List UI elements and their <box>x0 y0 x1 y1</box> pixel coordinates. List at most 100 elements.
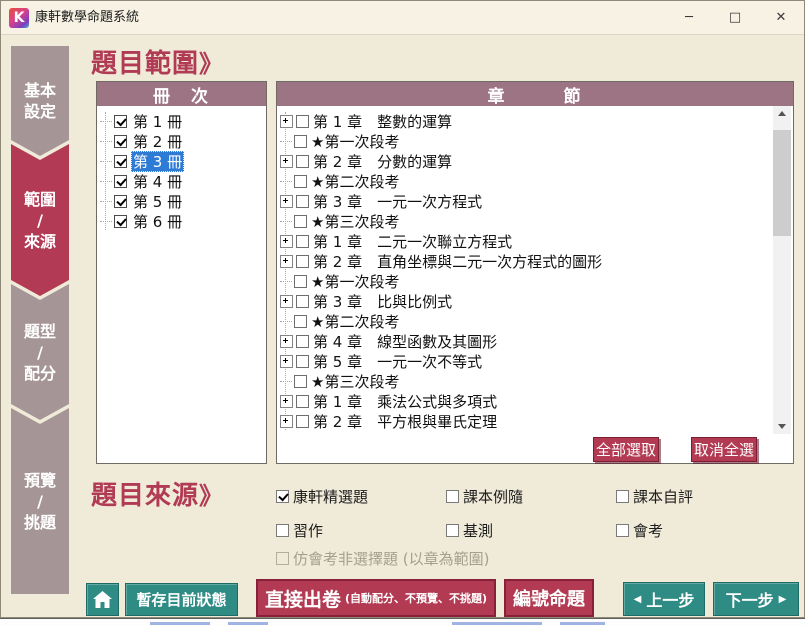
chapter-row[interactable]: 第 1 章 乘法公式與多項式 <box>277 391 793 411</box>
source-option[interactable]: 基測 <box>446 520 616 541</box>
chapter-checkbox[interactable] <box>296 335 309 348</box>
chapter-label[interactable]: ★第二次段考 <box>311 311 399 332</box>
source-option[interactable]: 課本自評 <box>616 486 786 507</box>
sidebar-tab[interactable]: 題型/配分 <box>11 284 69 420</box>
chapter-checkbox[interactable] <box>296 235 309 248</box>
volume-checkbox[interactable] <box>114 135 127 148</box>
volume-row[interactable]: 第 1 冊 <box>97 111 266 131</box>
chapter-row[interactable]: 第 1 章 整數的運算 <box>277 111 793 131</box>
chapter-label[interactable]: ★第一次段考 <box>311 131 399 152</box>
chapter-label[interactable]: 第 4 章 線型函數及其圖形 <box>313 331 497 352</box>
chapter-label[interactable]: ★第三次段考 <box>311 371 399 392</box>
expand-plus-icon[interactable] <box>280 195 293 208</box>
chapter-label[interactable]: 第 3 章 比與比例式 <box>313 291 452 312</box>
source-option[interactable]: 康軒精選題 <box>276 486 446 507</box>
chapter-checkbox[interactable] <box>294 215 307 228</box>
expand-plus-icon[interactable] <box>280 415 293 428</box>
chapter-label[interactable]: ★第二次段考 <box>311 171 399 192</box>
chapter-label[interactable]: 第 1 章 乘法公式與多項式 <box>313 391 497 412</box>
expand-plus-icon[interactable] <box>280 155 293 168</box>
save-state-button[interactable]: 暫存目前狀態 <box>125 583 238 616</box>
chapter-row[interactable]: ★第二次段考 <box>277 171 793 191</box>
volume-label[interactable]: 第 3 冊 <box>131 151 184 172</box>
chapter-row[interactable]: ★第三次段考 <box>277 211 793 231</box>
deselect-all-button[interactable]: 取消全選 <box>691 437 757 462</box>
chapter-checkbox[interactable] <box>296 415 309 428</box>
volume-label[interactable]: 第 2 冊 <box>131 131 184 152</box>
expand-plus-icon[interactable] <box>280 335 293 348</box>
select-all-button[interactable]: 全部選取 <box>593 437 659 462</box>
source-checkbox[interactable] <box>616 524 629 537</box>
source-option[interactable]: 習作 <box>276 520 446 541</box>
chapter-checkbox[interactable] <box>296 355 309 368</box>
chapter-row[interactable]: 第 2 章 直角坐標與二元一次方程式的圖形 <box>277 251 793 271</box>
direct-exam-button[interactable]: 直接出卷 (自動配分、不預覽、不挑題) <box>256 579 496 617</box>
chapter-row[interactable]: ★第一次段考 <box>277 271 793 291</box>
source-checkbox[interactable] <box>276 490 289 503</box>
volume-row[interactable]: 第 4 冊 <box>97 171 266 191</box>
chapter-checkbox[interactable] <box>294 135 307 148</box>
source-checkbox[interactable] <box>446 490 459 503</box>
chapter-row[interactable]: 第 3 章 一元一次方程式 <box>277 191 793 211</box>
chapter-label[interactable]: ★第一次段考 <box>311 271 399 292</box>
sidebar-tab[interactable]: 範圍/來源 <box>11 144 69 296</box>
numbering-button[interactable]: 編號命題 <box>504 579 594 617</box>
chapter-row[interactable]: ★第一次段考 <box>277 131 793 151</box>
chapter-scrollbar[interactable] <box>773 106 791 434</box>
maximize-icon[interactable]: □ <box>712 1 758 34</box>
volume-label[interactable]: 第 6 冊 <box>131 211 184 232</box>
scroll-up-icon[interactable] <box>773 106 791 121</box>
source-checkbox[interactable] <box>616 490 629 503</box>
volume-label[interactable]: 第 1 冊 <box>131 111 184 132</box>
expand-plus-icon[interactable] <box>280 235 293 248</box>
chapter-checkbox[interactable] <box>296 395 309 408</box>
chapter-label[interactable]: 第 3 章 一元一次方程式 <box>313 191 482 212</box>
chapter-label[interactable]: 第 2 章 分數的運算 <box>313 151 452 172</box>
previous-step-button[interactable]: ◀ 上一步 <box>623 582 705 616</box>
minimize-icon[interactable]: ─ <box>666 1 712 34</box>
chapter-checkbox[interactable] <box>294 275 307 288</box>
source-option[interactable]: 會考 <box>616 520 786 541</box>
volume-row[interactable]: 第 3 冊 <box>97 151 266 171</box>
chapter-label[interactable]: 第 1 章 二元一次聯立方程式 <box>313 231 512 252</box>
expand-plus-icon[interactable] <box>280 395 293 408</box>
chapter-row[interactable]: ★第三次段考 <box>277 371 793 391</box>
chapter-checkbox[interactable] <box>294 375 307 388</box>
chapter-checkbox[interactable] <box>296 295 309 308</box>
chapter-row[interactable]: ★第二次段考 <box>277 311 793 331</box>
sidebar-tab[interactable]: 預覽/挑題 <box>11 408 69 594</box>
volume-checkbox[interactable] <box>114 115 127 128</box>
chapter-row[interactable]: 第 4 章 線型函數及其圖形 <box>277 331 793 351</box>
chapter-checkbox[interactable] <box>296 195 309 208</box>
expand-plus-icon[interactable] <box>280 355 293 368</box>
chapter-row[interactable]: 第 5 章 一元一次不等式 <box>277 351 793 371</box>
volume-checkbox[interactable] <box>114 155 127 168</box>
chapter-label[interactable]: ★第三次段考 <box>311 211 399 232</box>
expand-plus-icon[interactable] <box>280 115 293 128</box>
chapter-row[interactable]: 第 3 章 比與比例式 <box>277 291 793 311</box>
scroll-down-icon[interactable] <box>773 419 791 434</box>
volume-checkbox[interactable] <box>114 175 127 188</box>
chapter-row[interactable]: 第 2 章 平方根與畢氏定理 <box>277 411 793 431</box>
chapter-checkbox[interactable] <box>296 155 309 168</box>
chapter-checkbox[interactable] <box>296 115 309 128</box>
volume-row[interactable]: 第 6 冊 <box>97 211 266 231</box>
scrollbar-thumb[interactable] <box>773 130 791 236</box>
source-checkbox[interactable] <box>446 524 459 537</box>
expand-plus-icon[interactable] <box>280 295 293 308</box>
volume-label[interactable]: 第 4 冊 <box>131 171 184 192</box>
chapter-row[interactable]: 第 2 章 分數的運算 <box>277 151 793 171</box>
next-step-button[interactable]: 下一步 ▶ <box>713 582 799 616</box>
volume-row[interactable]: 第 2 冊 <box>97 131 266 151</box>
volume-label[interactable]: 第 5 冊 <box>131 191 184 212</box>
chapter-checkbox[interactable] <box>294 175 307 188</box>
home-button[interactable] <box>86 583 119 616</box>
chapter-label[interactable]: 第 5 章 一元一次不等式 <box>313 351 482 372</box>
chapter-label[interactable]: 第 2 章 平方根與畢氏定理 <box>313 411 497 432</box>
expand-plus-icon[interactable] <box>280 255 293 268</box>
chapter-checkbox[interactable] <box>294 315 307 328</box>
volume-checkbox[interactable] <box>114 215 127 228</box>
source-checkbox[interactable] <box>276 524 289 537</box>
chapter-label[interactable]: 第 2 章 直角坐標與二元一次方程式的圖形 <box>313 251 602 272</box>
source-option[interactable]: 課本例隨 <box>446 486 616 507</box>
